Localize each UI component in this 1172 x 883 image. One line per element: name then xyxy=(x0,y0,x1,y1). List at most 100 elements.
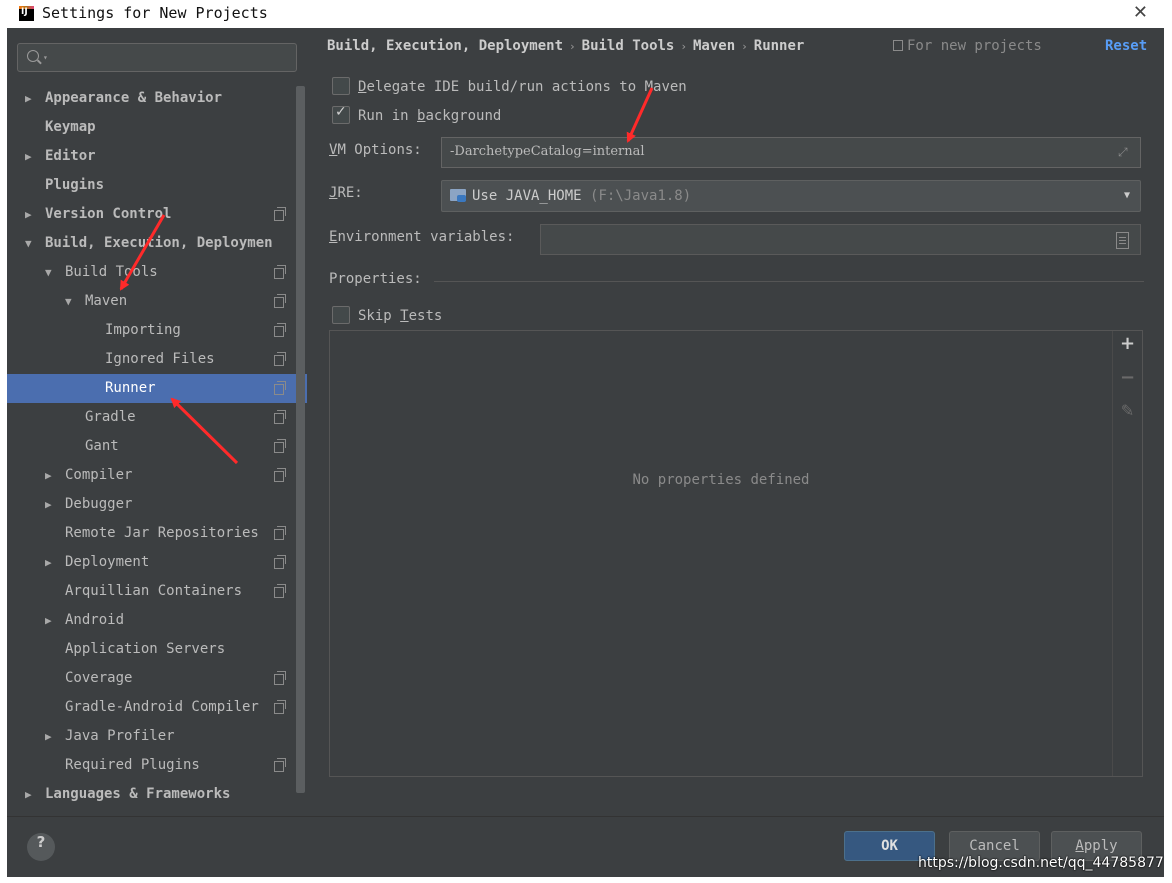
run-in-background-label: Run in background xyxy=(358,108,502,124)
sidebar-item-version-control[interactable]: ▶ Version Control xyxy=(7,200,307,229)
env-variables-label: Environment variables: xyxy=(329,229,515,245)
sidebar-item-gradle[interactable]: Gradle xyxy=(7,403,307,432)
breadcrumb-item[interactable]: Runner xyxy=(754,38,805,54)
sidebar-item-ignored-files[interactable]: Ignored Files xyxy=(7,345,307,374)
close-icon[interactable]: ✕ xyxy=(1133,2,1148,23)
sidebar-item-label: Plugins xyxy=(45,177,105,193)
properties-separator xyxy=(434,281,1144,282)
browse-document-icon[interactable] xyxy=(1116,232,1129,249)
project-scope-icon xyxy=(274,265,286,279)
sidebar-item-java-profiler[interactable]: ▶ Java Profiler xyxy=(7,722,307,751)
sidebar-item-importing[interactable]: Importing xyxy=(7,316,307,345)
properties-table[interactable]: No properties defined + − ✎ xyxy=(329,330,1143,777)
env-variables-field[interactable] xyxy=(540,224,1141,255)
project-scope-icon xyxy=(274,439,286,453)
jre-select[interactable]: Use JAVA_HOME (F:\Java1.8) ▼ xyxy=(441,180,1141,212)
sidebar-item-arquillian-containers[interactable]: Arquillian Containers xyxy=(7,577,307,606)
breadcrumb-item[interactable]: Build, Execution, Deployment xyxy=(327,38,563,54)
project-scope-icon xyxy=(274,323,286,337)
expand-arrow-icon[interactable]: ▶ xyxy=(25,200,32,229)
sidebar-item-appearance-behavior[interactable]: ▶ Appearance & Behavior xyxy=(7,84,307,113)
breadcrumb-item[interactable]: Maven xyxy=(693,38,735,54)
expand-arrow-icon[interactable]: ▶ xyxy=(45,606,52,635)
expand-arrow-icon[interactable]: ▶ xyxy=(25,142,32,171)
sidebar-item-label: Appearance & Behavior xyxy=(45,90,223,106)
sidebar-item-build-tools[interactable]: ▼ Build Tools xyxy=(7,258,307,287)
reset-link[interactable]: Reset xyxy=(1105,38,1147,54)
properties-label: Properties: xyxy=(329,271,422,287)
project-scope-icon xyxy=(274,526,286,540)
expand-arrow-icon[interactable]: ▶ xyxy=(25,780,32,809)
project-scope-icon xyxy=(274,758,286,772)
sidebar-item-remote-jar-repositories[interactable]: Remote Jar Repositories xyxy=(7,519,307,548)
project-scope-icon xyxy=(274,352,286,366)
sidebar-item-editor[interactable]: ▶ Editor xyxy=(7,142,307,171)
sidebar-item-label: Application Servers xyxy=(65,641,226,657)
settings-search-input[interactable]: ▾ xyxy=(17,43,297,72)
sidebar-item-android[interactable]: ▶ Android xyxy=(7,606,307,635)
sidebar-item-build-execution-deploymen[interactable]: ▼ Build, Execution, Deploymen xyxy=(7,229,307,258)
sidebar-item-gant[interactable]: Gant xyxy=(7,432,307,461)
sidebar-item-plugins[interactable]: Plugins xyxy=(7,171,307,200)
sidebar-item-label: Debugger xyxy=(65,496,133,512)
scope-note: For new projects xyxy=(893,38,1042,54)
collapse-arrow-icon[interactable]: ▼ xyxy=(65,287,72,316)
sidebar-item-application-servers[interactable]: Application Servers xyxy=(7,635,307,664)
sidebar-scrollbar[interactable] xyxy=(296,86,305,793)
sidebar-item-label: Build Tools xyxy=(65,264,158,280)
sidebar-item-deployment[interactable]: ▶ Deployment xyxy=(7,548,307,577)
remove-icon[interactable]: − xyxy=(1113,367,1142,396)
skip-tests-label: Skip Tests xyxy=(358,308,443,324)
settings-dialog: IJ Settings for New Projects ✕ ▾ ▶ Appear… xyxy=(7,0,1164,877)
sidebar-item-coverage[interactable]: Coverage xyxy=(7,664,307,693)
sidebar-item-label: Gradle-Android Compiler xyxy=(65,699,259,715)
sidebar-item-label: Keymap xyxy=(45,119,96,135)
sidebar-item-label: Editor xyxy=(45,148,96,164)
vm-options-field[interactable]: -DarchetypeCatalog=internal ⤢ xyxy=(441,137,1141,168)
expand-arrow-icon[interactable]: ▶ xyxy=(45,548,52,577)
runner-settings-panel: Build, Execution, Deployment › Build Tools… xyxy=(308,28,1164,816)
expand-arrow-icon[interactable]: ▶ xyxy=(45,490,52,519)
sidebar-item-label: Maven xyxy=(85,293,128,309)
edit-icon[interactable]: ✎ xyxy=(1113,401,1142,430)
expand-arrow-icon[interactable]: ▶ xyxy=(45,722,52,751)
delegate-checkbox-row[interactable]: Delegate IDE build/run actions to Maven xyxy=(332,77,687,95)
expand-arrow-icon[interactable]: ▶ xyxy=(45,461,52,490)
chevron-down-icon: ▼ xyxy=(1123,190,1130,201)
help-button[interactable]: ? xyxy=(27,833,55,861)
sidebar-item-gradle-android-compiler[interactable]: Gradle-Android Compiler xyxy=(7,693,307,722)
sidebar-item-label: Build, Execution, Deploymen xyxy=(45,235,273,251)
delegate-checkbox[interactable] xyxy=(332,77,350,95)
sidebar-item-maven[interactable]: ▼ Maven xyxy=(7,287,307,316)
project-scope-icon xyxy=(274,555,286,569)
breadcrumb-separator: › xyxy=(569,40,576,53)
jre-value: Use JAVA_HOME (F:\Java1.8) xyxy=(472,188,692,204)
sidebar-item-required-plugins[interactable]: Required Plugins xyxy=(7,751,307,780)
sidebar-item-runner[interactable]: Runner xyxy=(7,374,307,403)
run-in-background-checkbox[interactable] xyxy=(332,104,350,124)
collapse-arrow-icon[interactable]: ▼ xyxy=(25,229,32,258)
title-bar: IJ Settings for New Projects ✕ xyxy=(7,0,1164,28)
sidebar-item-label: Languages & Frameworks xyxy=(45,786,231,802)
sidebar-item-label: Remote Jar Repositories xyxy=(65,525,259,541)
search-icon xyxy=(27,50,39,62)
skip-tests-checkbox[interactable] xyxy=(332,306,350,324)
breadcrumb-item[interactable]: Build Tools xyxy=(582,38,675,54)
sidebar-item-keymap[interactable]: Keymap xyxy=(7,113,307,142)
skip-tests-row[interactable]: Skip Tests xyxy=(332,306,442,324)
search-options-icon[interactable]: ▾ xyxy=(43,53,48,62)
vm-options-label: VM Options: xyxy=(329,142,422,158)
project-scope-icon xyxy=(274,468,286,482)
sidebar-item-compiler[interactable]: ▶ Compiler xyxy=(7,461,307,490)
collapse-arrow-icon[interactable]: ▼ xyxy=(45,258,52,287)
project-scope-icon xyxy=(274,381,286,395)
expand-arrow-icon[interactable]: ▶ xyxy=(25,84,32,113)
sidebar-item-debugger[interactable]: ▶ Debugger xyxy=(7,490,307,519)
run-in-background-row[interactable]: Run in background xyxy=(332,104,502,124)
breadcrumb-separator: › xyxy=(680,40,687,53)
sidebar-item-label: Runner xyxy=(105,380,156,396)
add-icon[interactable]: + xyxy=(1113,333,1142,362)
sidebar-item-label: Android xyxy=(65,612,125,628)
expand-icon[interactable]: ⤢ xyxy=(1118,146,1130,158)
sidebar-item-languages-frameworks[interactable]: ▶ Languages & Frameworks xyxy=(7,780,307,809)
